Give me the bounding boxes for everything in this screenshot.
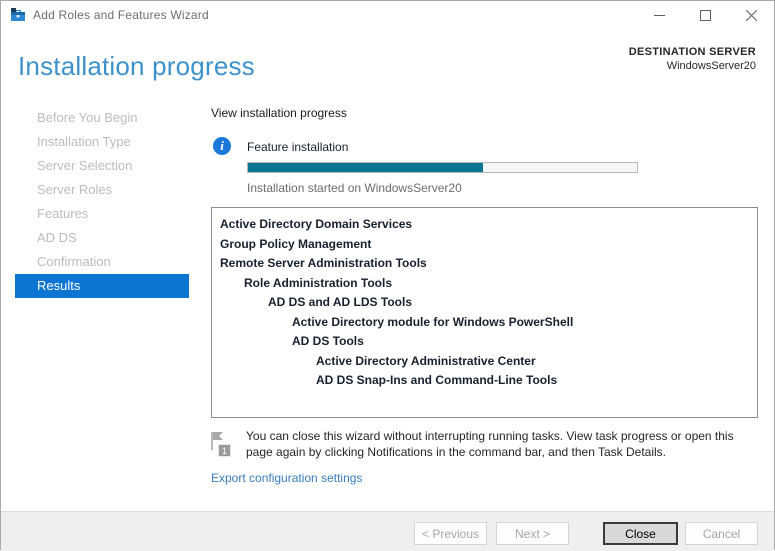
feature-row: Active Directory module for Windows Powe… — [292, 314, 574, 329]
info-icon: i — [213, 137, 231, 155]
notification-count-badge: 1 — [218, 444, 231, 457]
section-title: View installation progress — [211, 106, 347, 120]
feature-row: AD DS Tools — [292, 334, 364, 348]
feature-row: Active Directory Domain Services — [220, 217, 413, 231]
destination-server-block: DESTINATION SERVER WindowsServer20 — [629, 46, 756, 72]
feature-row: Role Administration Tools — [244, 275, 393, 290]
notification-flag-icon: 1 — [207, 430, 233, 458]
nav-item-features[interactable]: Features — [1, 202, 189, 226]
status-title: Feature installation — [247, 140, 349, 154]
minimize-button[interactable] — [636, 1, 682, 29]
nav-item-ad-ds[interactable]: AD DS — [1, 226, 189, 250]
cancel-button[interactable]: Cancel — [685, 522, 758, 545]
feature-list[interactable]: Active Directory Domain Services Group P… — [211, 207, 758, 418]
nav-item-confirmation[interactable]: Confirmation — [1, 250, 189, 274]
feature-row: Remote Server Administration Tools — [220, 256, 427, 270]
nav-item-server-selection[interactable]: Server Selection — [1, 154, 189, 178]
close-wizard-button[interactable]: Close — [603, 522, 678, 545]
window-title: Add Roles and Features Wizard — [33, 8, 209, 22]
feature-row: Group Policy Management — [220, 236, 372, 251]
progress-bar — [247, 162, 638, 173]
nav-item-installation-type[interactable]: Installation Type — [1, 130, 189, 154]
nav-item-before-you-begin[interactable]: Before You Begin — [1, 106, 189, 130]
feature-row: AD DS Snap-Ins and Command-Line Tools — [316, 373, 558, 387]
close-button[interactable] — [728, 1, 774, 29]
export-configuration-link[interactable]: Export configuration settings — [211, 471, 362, 485]
note-text: You can close this wizard without interr… — [246, 429, 734, 459]
destination-server-name: WindowsServer20 — [666, 60, 756, 72]
feature-row: AD DS and AD LDS Tools — [268, 295, 412, 309]
window-controls — [636, 1, 774, 29]
maximize-button[interactable] — [682, 1, 728, 29]
wizard-toolbox-icon — [10, 7, 26, 23]
nav-item-server-roles[interactable]: Server Roles — [1, 178, 189, 202]
page-title: Installation progress — [18, 51, 255, 81]
nav-item-results[interactable]: Results — [15, 274, 189, 298]
next-button[interactable]: Next > — [496, 522, 569, 545]
previous-button[interactable]: < Previous — [414, 522, 487, 545]
destination-server-label: DESTINATION SERVER — [628, 46, 756, 58]
feature-row: Active Directory Administrative Center — [316, 353, 536, 368]
status-caption: Installation started on WindowsServer20 — [247, 181, 462, 195]
progress-fill — [248, 163, 484, 172]
wizard-nav: Before You Begin Installation Type Serve… — [1, 106, 189, 298]
